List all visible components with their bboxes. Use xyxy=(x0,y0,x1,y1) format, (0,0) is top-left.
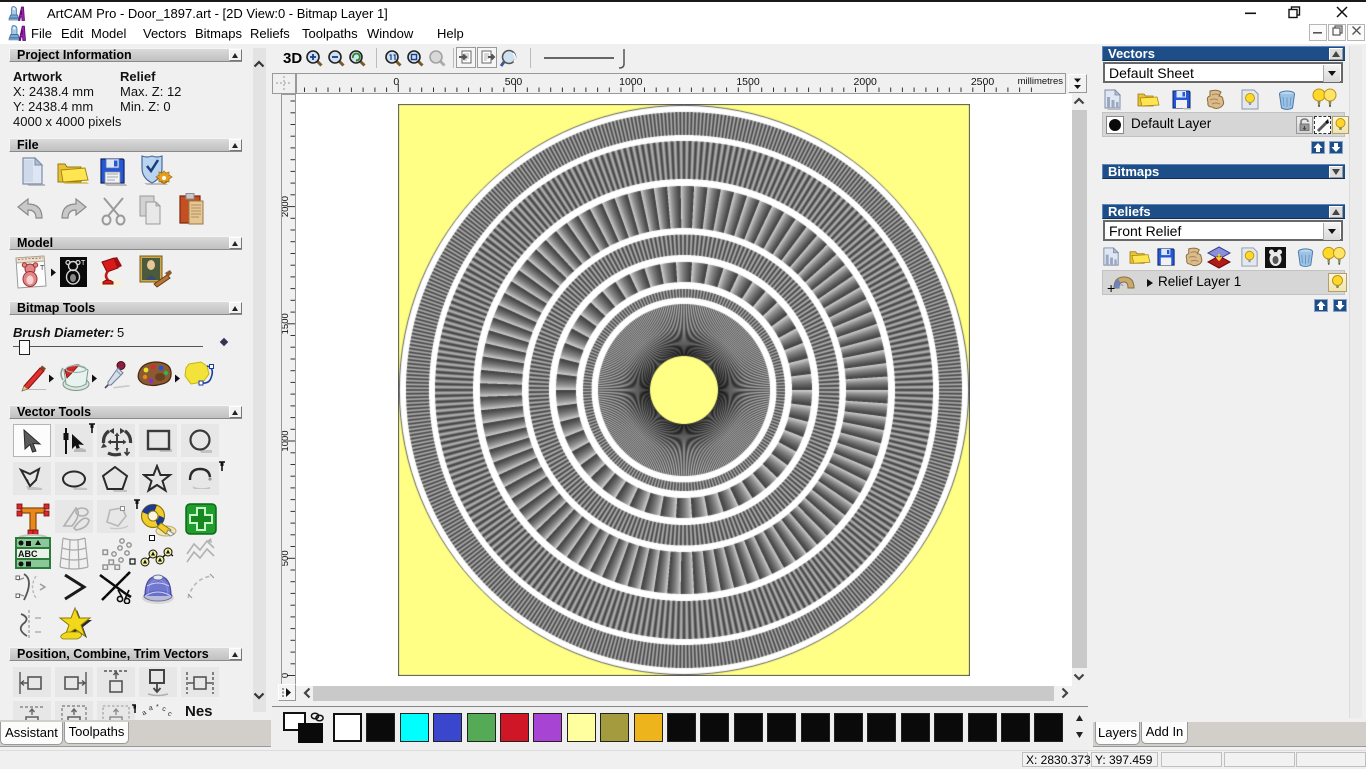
svg-text:0: 0 xyxy=(393,76,399,88)
svg-text:2000: 2000 xyxy=(282,196,291,217)
svg-text:1000: 1000 xyxy=(619,76,643,88)
svg-text:2000: 2000 xyxy=(854,76,878,88)
svg-text:T: T xyxy=(81,260,86,267)
svg-text:c: c xyxy=(166,710,173,718)
svg-text:millimetres: millimetres xyxy=(1018,76,1064,87)
svg-text:1500: 1500 xyxy=(282,313,291,334)
svg-text:*: * xyxy=(156,704,159,711)
svg-text:0: 0 xyxy=(282,673,291,678)
svg-text:c: c xyxy=(161,706,167,714)
svg-text:ABC: ABC xyxy=(18,549,38,559)
svg-text:a: a xyxy=(141,709,148,717)
svg-text:500: 500 xyxy=(282,550,291,566)
svg-text:2500: 2500 xyxy=(971,76,995,88)
svg-text:T: T xyxy=(40,265,45,272)
svg-text:a: a xyxy=(148,705,153,713)
svg-text:1000: 1000 xyxy=(282,430,291,451)
svg-text:1500: 1500 xyxy=(736,76,760,88)
svg-text:500: 500 xyxy=(505,76,523,88)
